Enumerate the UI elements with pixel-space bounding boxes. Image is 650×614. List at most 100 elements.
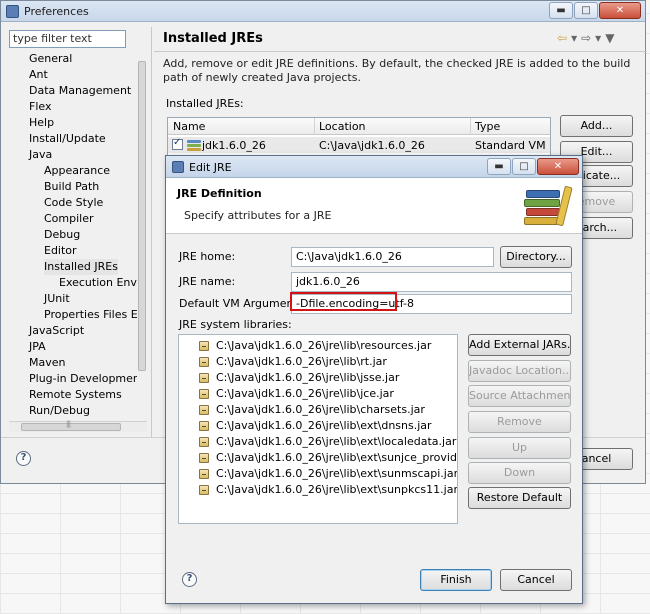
jre-checkbox[interactable] <box>172 137 183 150</box>
library-path: C:\Java\jdk1.6.0_26\jre\lib\charsets.jar <box>216 403 425 416</box>
cancel-button[interactable]: Cancel <box>500 569 572 591</box>
minimize-icon[interactable]: ▬ <box>549 2 573 19</box>
list-item[interactable]: C:\Java\jdk1.6.0_26\jre\lib\ext\dnsns.ja… <box>179 418 457 434</box>
list-item[interactable]: C:\Java\jdk1.6.0_26\jre\lib\ext\sunmscap… <box>179 466 457 482</box>
view-menu-icon[interactable]: ▼ <box>605 31 618 45</box>
close-icon[interactable]: ✕ <box>537 158 579 175</box>
tree-item[interactable]: Installed JREs <box>44 259 118 275</box>
library-path: C:\Java\jdk1.6.0_26\jre\lib\jce.jar <box>216 387 394 400</box>
tree-item[interactable]: General <box>29 51 72 67</box>
tree-item[interactable]: Maven <box>29 355 65 371</box>
dialog-subheading: Specify attributes for a JRE <box>184 209 332 222</box>
column-divider[interactable] <box>314 118 315 135</box>
history-nav: ⇦▾⇨▾▼ <box>557 31 618 45</box>
jre-location-cell: C:\Java\jdk1.6.0_26 <box>319 139 425 152</box>
down-button[interactable]: Down <box>468 462 571 484</box>
directory-button[interactable]: Directory... <box>500 246 572 268</box>
javadoc-location-button[interactable]: Javadoc Location... <box>468 360 571 382</box>
column-header-location[interactable]: Location <box>319 120 366 133</box>
tree-item[interactable]: Data Management <box>29 83 131 99</box>
dropdown-arrow-icon[interactable]: ▾ <box>571 31 581 45</box>
add-button[interactable]: Add... <box>560 115 633 137</box>
back-arrow-icon[interactable]: ⇦ <box>557 31 571 45</box>
tree-item[interactable]: Build Path <box>44 179 99 195</box>
tree-item[interactable]: Remote Systems <box>29 387 122 403</box>
tree-item[interactable]: JUnit <box>44 291 70 307</box>
app-icon <box>6 5 19 18</box>
list-item[interactable]: C:\Java\jdk1.6.0_26\jre\lib\ext\sunjce_p… <box>179 450 457 466</box>
column-divider[interactable] <box>470 118 471 135</box>
column-header-name[interactable]: Name <box>173 120 205 133</box>
jar-icon <box>199 405 209 415</box>
list-item[interactable]: C:\Java\jdk1.6.0_26\jre\lib\ext\sunpkcs1… <box>179 482 457 498</box>
library-path: C:\Java\jdk1.6.0_26\jre\lib\ext\sunpkcs1… <box>216 483 458 496</box>
tree-item[interactable]: Flex <box>29 99 51 115</box>
list-item[interactable]: C:\Java\jdk1.6.0_26\jre\lib\rt.jar <box>179 354 457 370</box>
scroll-thumb[interactable] <box>138 61 146 371</box>
tree-item[interactable]: Appearance <box>44 163 110 179</box>
tree-item[interactable]: Compiler <box>44 211 94 227</box>
remove-library-button[interactable]: Remove <box>468 411 571 433</box>
filter-input[interactable]: type filter text <box>9 30 126 48</box>
jre-name-label: JRE name: <box>179 275 236 288</box>
tree-item[interactable]: Java <box>29 147 52 163</box>
list-item[interactable]: C:\Java\jdk1.6.0_26\jre\lib\jsse.jar <box>179 370 457 386</box>
jre-home-input[interactable]: C:\Java\jdk1.6.0_26 <box>291 247 494 267</box>
list-item[interactable]: C:\Java\jdk1.6.0_26\jre\lib\ext\localeda… <box>179 434 457 450</box>
tree-item[interactable]: Help <box>29 115 54 131</box>
preferences-title-bar: Preferences ▬ □ ✕ <box>1 1 645 22</box>
column-header-type[interactable]: Type <box>475 120 500 133</box>
tree-item[interactable]: Editor <box>44 243 77 259</box>
tree-item[interactable]: Plug-in Development <box>29 371 139 387</box>
minimize-icon[interactable]: ▬ <box>487 158 511 175</box>
dialog-header: JRE Definition Specify attributes for a … <box>166 178 582 234</box>
app-icon <box>172 161 184 173</box>
up-button[interactable]: Up <box>468 437 571 459</box>
tree-item[interactable]: Execution Enviro <box>59 275 139 291</box>
dialog-heading: JRE Definition <box>177 187 262 200</box>
source-attachment-button[interactable]: Source Attachment... <box>468 385 571 407</box>
list-item[interactable]: C:\Java\jdk1.6.0_26\jre\lib\jce.jar <box>179 386 457 402</box>
tree-item[interactable]: JPA <box>29 339 46 355</box>
tree-item[interactable]: Properties Files Edit <box>44 307 139 323</box>
panel-divider[interactable] <box>151 27 152 437</box>
tree-item[interactable]: JavaScript <box>29 323 84 339</box>
jre-type-cell: Standard VM <box>475 139 546 152</box>
tree-vertical-scrollbar[interactable] <box>137 51 147 423</box>
jre-home-label: JRE home: <box>179 250 236 263</box>
jar-icon <box>199 373 209 383</box>
window-controls: ▬ □ ✕ <box>487 158 579 175</box>
jre-name-input[interactable]: jdk1.6.0_26 <box>291 272 572 292</box>
maximize-icon[interactable]: □ <box>574 2 598 19</box>
dropdown-arrow-icon[interactable]: ▾ <box>595 31 605 45</box>
jre-books-icon <box>522 184 574 230</box>
preferences-tree: General Ant Data Management Flex Help Install… <box>9 51 139 423</box>
table-row[interactable]: jdk1.6.0_26 C:\Java\jdk1.6.0_26 Standard… <box>168 137 550 153</box>
maximize-icon[interactable]: □ <box>512 158 536 175</box>
tree-item[interactable]: Install/Update <box>29 131 106 147</box>
tree-item[interactable]: Code Style <box>44 195 103 211</box>
list-item[interactable]: C:\Java\jdk1.6.0_26\jre\lib\charsets.jar <box>179 402 457 418</box>
scroll-thumb[interactable] <box>21 420 121 431</box>
help-icon[interactable]: ? <box>16 451 31 466</box>
jar-icon <box>199 469 209 479</box>
tree-horizontal-scrollbar[interactable] <box>9 420 147 432</box>
panel-title: Installed JREs <box>163 31 263 46</box>
jre-icon <box>187 140 201 151</box>
finish-button[interactable]: Finish <box>420 569 492 591</box>
add-external-jars-button[interactable]: Add External JARs... <box>468 334 571 356</box>
help-icon[interactable]: ? <box>182 572 197 587</box>
list-item[interactable]: C:\Java\jdk1.6.0_26\jre\lib\resources.ja… <box>179 338 457 354</box>
library-path: C:\Java\jdk1.6.0_26\jre\lib\rt.jar <box>216 355 387 368</box>
vm-arguments-label: Default VM Arguments: <box>179 297 308 310</box>
vm-arguments-input[interactable]: -Dfile.encoding=utf-8 <box>291 294 572 314</box>
forward-arrow-icon[interactable]: ⇨ <box>581 31 595 45</box>
close-icon[interactable]: ✕ <box>599 2 641 19</box>
tree-item[interactable]: Run/Debug <box>29 403 90 419</box>
tree-item[interactable]: Debug <box>44 227 80 243</box>
jar-icon <box>199 357 209 367</box>
restore-default-button[interactable]: Restore Default <box>468 487 571 509</box>
jar-icon <box>199 437 209 447</box>
tree-item[interactable]: Ant <box>29 67 48 83</box>
edit-jre-dialog: Edit JRE ▬ □ ✕ JRE Definition Specify at… <box>165 155 583 604</box>
